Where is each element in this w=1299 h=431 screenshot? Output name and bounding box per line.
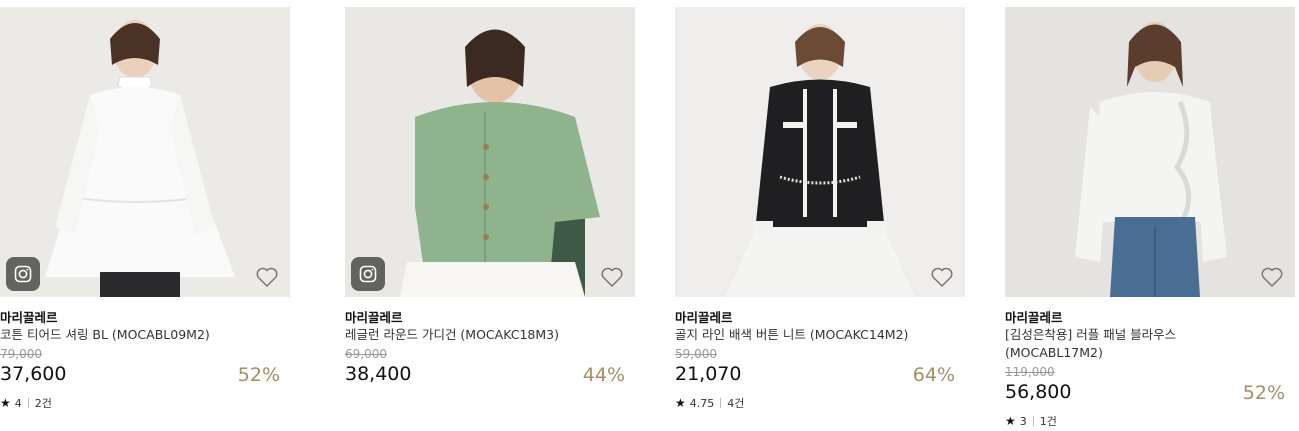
product-name[interactable]: 레글런 라운드 가디건 (MOCAKC18M3) (345, 326, 615, 344)
divider (720, 398, 722, 408)
original-price: 69,000 (345, 347, 387, 361)
original-price: 79,000 (0, 347, 42, 361)
star-icon: ★ (1005, 414, 1016, 428)
product-image[interactable] (345, 7, 635, 297)
review-count[interactable]: 1건 (1040, 413, 1057, 429)
discount-rate: 44% (582, 364, 625, 386)
star-icon: ★ (0, 396, 11, 410)
brand-name: 마리끌레르 (345, 310, 403, 325)
star-icon: ★ (675, 396, 686, 410)
discount-rate: 64% (912, 364, 955, 386)
divider (1032, 416, 1034, 426)
price-row: 59,000 21,070 64% (675, 347, 965, 386)
brand-name: 마리끌레르 (1005, 310, 1063, 325)
original-price: 59,000 (675, 347, 717, 361)
product-card[interactable]: 마리끌레르 코튼 티어드 셔링 BL (MOCABL09M2) 79,000 3… (0, 7, 290, 410)
price-row: 79,000 37,600 52% (0, 347, 290, 386)
product-photo (675, 7, 965, 297)
discount-rate: 52% (1242, 382, 1285, 404)
product-image[interactable] (1005, 7, 1295, 297)
brand-name: 마리끌레르 (675, 310, 733, 325)
product-photo (1005, 7, 1295, 297)
rating-score: 4.75 (689, 396, 715, 410)
wishlist-heart-icon[interactable] (600, 266, 624, 288)
product-image[interactable] (0, 7, 290, 297)
instagram-icon[interactable] (351, 257, 385, 291)
original-price: 119,000 (1005, 365, 1055, 379)
instagram-icon[interactable] (6, 257, 40, 291)
rating-summary: ★ 4 2건 (0, 396, 290, 410)
wishlist-heart-icon[interactable] (930, 266, 954, 288)
product-photo (345, 7, 635, 297)
product-card[interactable]: 마리끌레르 골지 라인 배색 버튼 니트 (MOCAKC14M2) 59,000… (675, 7, 965, 410)
rating-score: 3 (1019, 414, 1027, 428)
price-row: 119,000 56,800 52% (1005, 365, 1295, 404)
brand-name: 마리끌레르 (0, 310, 58, 325)
product-name[interactable]: 골지 라인 배색 버튼 니트 (MOCAKC14M2) (675, 326, 945, 344)
product-photo (0, 7, 290, 297)
product-card[interactable]: 마리끌레르 레글런 라운드 가디건 (MOCAKC18M3) 69,000 38… (345, 7, 635, 386)
divider (27, 398, 29, 408)
wishlist-heart-icon[interactable] (1260, 266, 1284, 288)
product-name[interactable]: 코튼 티어드 셔링 BL (MOCABL09M2) (0, 326, 270, 344)
price-row: 69,000 38,400 44% (345, 347, 635, 386)
rating-summary: ★ 3 1건 (1005, 414, 1295, 428)
rating-score: 4 (14, 396, 22, 410)
product-image[interactable] (675, 7, 965, 297)
discount-rate: 52% (237, 364, 280, 386)
product-card[interactable]: 마리끌레르 [김성은착용] 러플 패널 블라우스 (MOCABL17M2) 11… (1005, 7, 1295, 428)
review-count[interactable]: 4건 (727, 395, 744, 411)
product-name[interactable]: [김성은착용] 러플 패널 블라우스 (MOCABL17M2) (1005, 326, 1275, 362)
wishlist-heart-icon[interactable] (255, 266, 279, 288)
review-count[interactable]: 2건 (35, 395, 52, 411)
rating-summary: ★ 4.75 4건 (675, 396, 965, 410)
